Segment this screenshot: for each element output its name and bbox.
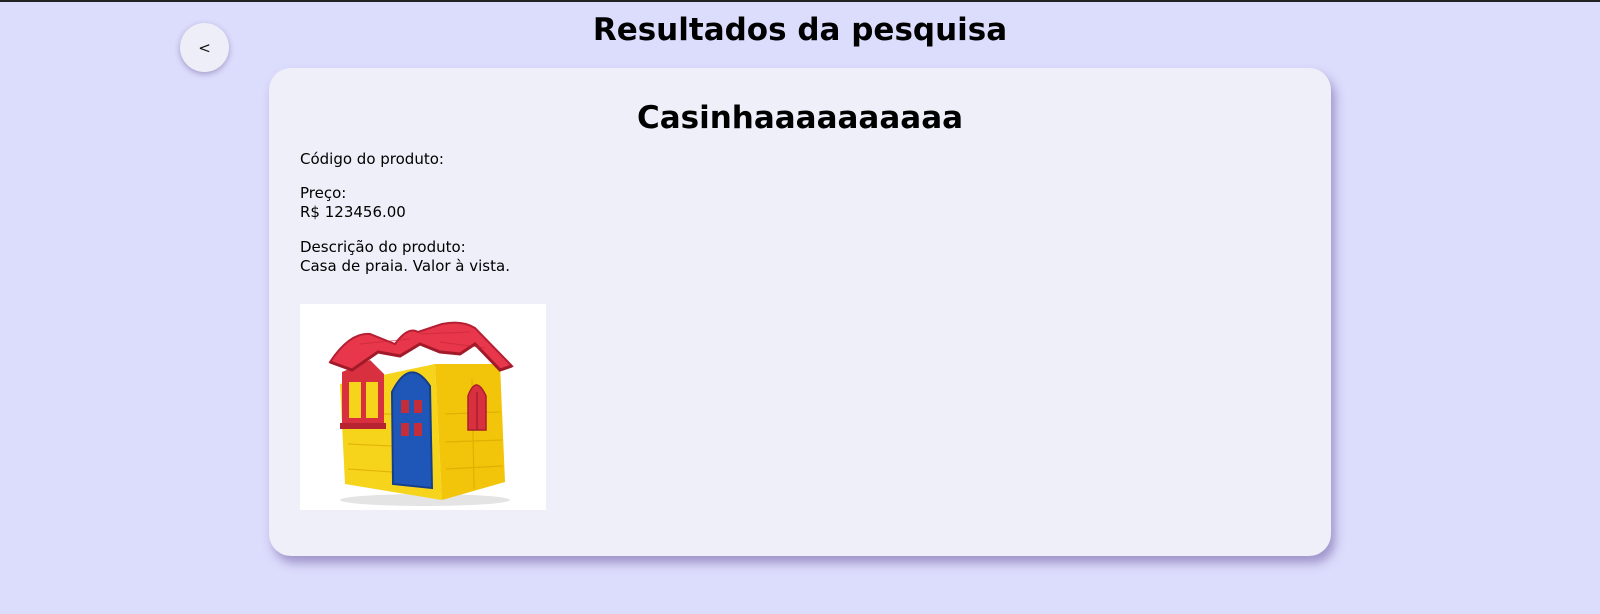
product-name: Casinhaaaaaaaaaa bbox=[636, 100, 964, 136]
product-image bbox=[300, 304, 546, 510]
product-price-value: R$ 123456.00 bbox=[300, 203, 406, 221]
product-price-label: Preço: bbox=[300, 184, 347, 202]
product-price-field: Preço: R$ 123456.00 bbox=[300, 184, 406, 222]
product-description-value: Casa de praia. Valor à vista. bbox=[300, 257, 510, 275]
toy-playhouse-icon bbox=[328, 321, 514, 506]
product-card: Casinhaaaaaaaaaa Código do produto: Preç… bbox=[269, 68, 1331, 556]
product-description-label: Descrição do produto: bbox=[300, 238, 466, 256]
product-code-field: Código do produto: bbox=[300, 150, 444, 169]
product-code-label: Código do produto: bbox=[300, 150, 444, 168]
page-title: Resultados da pesquisa bbox=[592, 12, 1008, 48]
product-description-field: Descrição do produto: Casa de praia. Val… bbox=[300, 238, 510, 276]
